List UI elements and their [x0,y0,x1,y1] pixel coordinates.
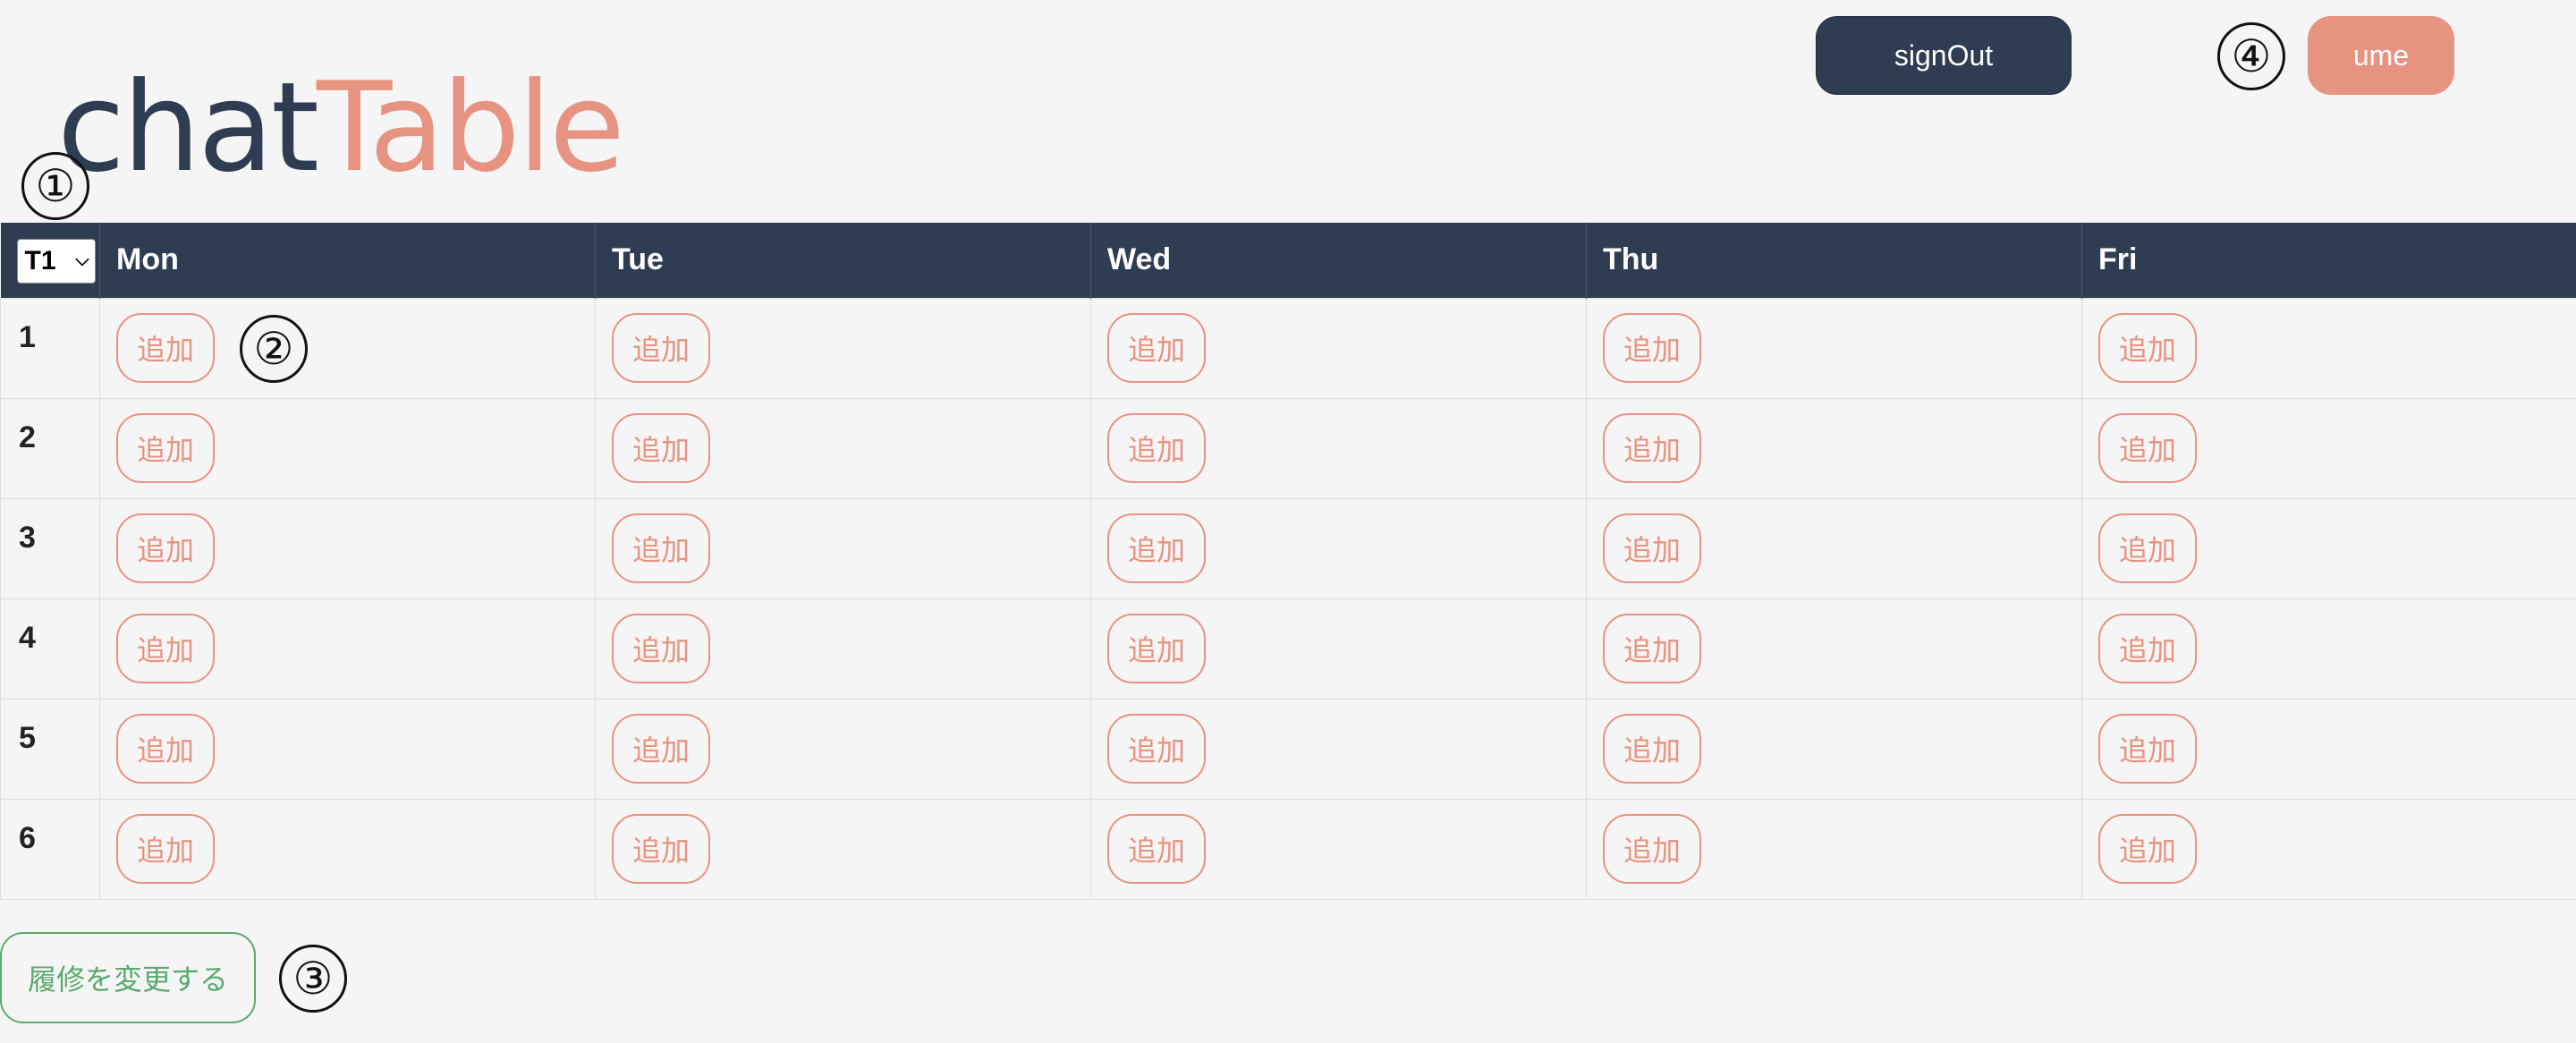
table-row: 5 追加 追加 追加 追加 追加 [0,698,2576,800]
add-class-button[interactable]: 追加 [116,713,215,784]
slot-cell-fri-5: 追加 [2081,698,2576,800]
timetable: T1 ⌵ Mon Tue Wed Thu Fri 1 追加 追加 追加 追加 追加 2 追加追… [0,223,2576,900]
user-button[interactable]: ume [2308,16,2454,95]
page: chatTable signOut ume ① ② ③ ④ T1 ⌵ Mon T… [0,0,2576,1043]
slot-cell-thu-6: 追加 [1586,798,2082,900]
slot-cell-mon-6: 追加 [99,798,596,900]
slot-cell-tue-6: 追加 [595,798,1091,900]
day-header-mon: Mon [99,223,596,298]
add-class-button[interactable]: 追加 [1603,613,1701,683]
slot-cell-wed-5: 追加 [1090,698,1587,800]
table-row: 6 追加 追加 追加 追加 追加 [0,798,2576,900]
add-class-button[interactable]: 追加 [116,813,215,884]
slot-cell-mon-5: 追加 [99,698,596,800]
slot-cell-wed-1: 追加 [1090,297,1587,399]
add-class-button[interactable]: 追加 [612,713,710,784]
add-class-button[interactable]: 追加 [116,412,215,483]
annotation-marker-4: ④ [2217,22,2285,90]
day-header-thu: Thu [1586,223,2082,298]
add-class-button[interactable]: 追加 [2098,713,2197,784]
period-number: 4 [0,598,100,700]
slot-cell-fri-2: 追加 [2081,397,2576,499]
add-class-button[interactable]: 追加 [612,813,710,884]
chevron-down-icon: ⌵ [75,250,89,271]
add-class-button[interactable]: 追加 [1603,713,1701,784]
slot-cell-thu-2: 追加 [1586,397,2082,499]
add-class-button[interactable]: 追加 [1603,813,1701,884]
slot-cell-tue-5: 追加 [595,698,1091,800]
add-class-button[interactable]: 追加 [2098,813,2197,884]
add-class-button[interactable]: 追加 [1107,613,1206,683]
add-class-button[interactable]: 追加 [1107,813,1206,884]
slot-cell-fri-3: 追加 [2081,497,2576,599]
add-class-button[interactable]: 追加 [1603,513,1701,583]
slot-cell-thu-3: 追加 [1586,497,2082,599]
table-row: 4 追加 追加 追加 追加 追加 [0,598,2576,700]
slot-cell-tue-4: 追加 [595,598,1091,700]
add-class-button[interactable]: 追加 [2098,513,2197,583]
day-header-tue: Tue [595,223,1091,298]
period-number: 3 [0,497,100,599]
term-select-value: T1 [24,245,56,276]
annotation-marker-3: ③ [279,945,347,1013]
add-class-button[interactable]: 追加 [1107,713,1206,784]
term-select[interactable]: T1 ⌵ [16,238,96,284]
slot-cell-mon-3: 追加 [99,497,596,599]
logo-text-chat: chat [57,55,319,199]
add-class-button[interactable]: 追加 [1107,312,1206,383]
slot-cell-tue-2: 追加 [595,397,1091,499]
table-row: 2 追加 追加 追加 追加 追加 [0,397,2576,499]
slot-cell-tue-1: 追加 [595,297,1091,399]
add-class-button[interactable]: 追加 [1603,412,1701,483]
app-logo: chatTable [57,66,625,190]
slot-cell-wed-2: 追加 [1090,397,1587,499]
slot-cell-wed-3: 追加 [1090,497,1587,599]
slot-cell-mon-4: 追加 [99,598,596,700]
period-number: 1 [0,297,100,399]
day-header-fri: Fri [2081,223,2576,298]
slot-cell-thu-1: 追加 [1586,297,2082,399]
add-class-button[interactable]: 追加 [116,312,215,383]
add-class-button[interactable]: 追加 [2098,613,2197,683]
annotation-marker-1: ① [21,152,89,220]
slot-cell-wed-6: 追加 [1090,798,1587,900]
period-number: 5 [0,698,100,800]
add-class-button[interactable]: 追加 [1107,412,1206,483]
add-class-button[interactable]: 追加 [612,613,710,683]
add-class-button[interactable]: 追加 [1107,513,1206,583]
slot-cell-fri-6: 追加 [2081,798,2576,900]
period-number: 6 [0,798,100,900]
slot-cell-mon-2: 追加 [99,397,596,499]
slot-cell-thu-4: 追加 [1586,598,2082,700]
add-class-button[interactable]: 追加 [116,613,215,683]
day-header-wed: Wed [1090,223,1587,298]
timetable-body: 1 追加 追加 追加 追加 追加 2 追加 追加 追加 追加 追加 3 追加 追加 追加 追加 追加 4 追加 追加 追加… [0,297,2576,900]
add-class-button[interactable]: 追加 [116,513,215,583]
add-class-button[interactable]: 追加 [2098,312,2197,383]
slot-cell-tue-3: 追加 [595,497,1091,599]
signout-button[interactable]: signOut [1816,16,2072,95]
table-row: 1 追加 追加 追加 追加 追加 [0,297,2576,399]
slot-cell-fri-4: 追加 [2081,598,2576,700]
period-number: 2 [0,397,100,499]
slot-cell-wed-4: 追加 [1090,598,1587,700]
change-enrollment-button[interactable]: 履修を変更する [0,932,256,1023]
add-class-button[interactable]: 追加 [612,412,710,483]
table-row: 3 追加 追加 追加 追加 追加 [0,497,2576,599]
logo-text-table: Table [317,55,625,199]
add-class-button[interactable]: 追加 [2098,412,2197,483]
slot-cell-thu-5: 追加 [1586,698,2082,800]
timetable-header-row: T1 ⌵ Mon Tue Wed Thu Fri [0,223,2576,298]
add-class-button[interactable]: 追加 [1603,312,1701,383]
add-class-button[interactable]: 追加 [612,513,710,583]
slot-cell-fri-1: 追加 [2081,297,2576,399]
add-class-button[interactable]: 追加 [612,312,710,383]
term-select-cell: T1 ⌵ [0,223,100,298]
slot-cell-mon-1: 追加 [99,297,596,399]
